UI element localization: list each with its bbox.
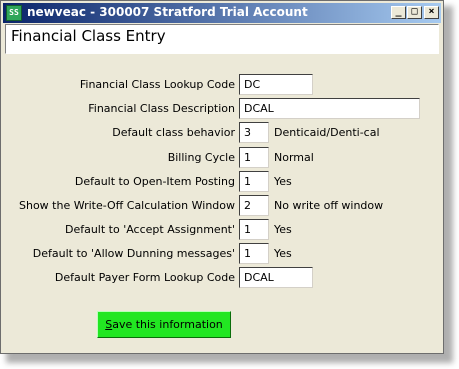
minimize-button[interactable]: _ bbox=[391, 6, 406, 19]
class-behavior-label: Default class behavior bbox=[112, 126, 235, 139]
row-dunning: Default to 'Allow Dunning messages' 1 Ye… bbox=[1, 243, 445, 265]
dunning-label: Default to 'Allow Dunning messages' bbox=[32, 247, 235, 260]
billing-cycle-input[interactable]: 1 bbox=[239, 147, 269, 168]
row-billing-cycle: Billing Cycle 1 Normal bbox=[1, 147, 445, 169]
row-payer-form: Default Payer Form Lookup Code DCAL bbox=[1, 267, 445, 289]
row-open-item: Default to Open-Item Posting 1 Yes bbox=[1, 171, 445, 193]
save-button-label: ave this information bbox=[112, 318, 223, 331]
row-class-behavior: Default class behavior 3 Denticaid/Denti… bbox=[1, 122, 445, 144]
open-item-input[interactable]: 1 bbox=[239, 171, 269, 192]
accept-assignment-desc: Yes bbox=[274, 223, 292, 236]
save-button[interactable]: Save this information bbox=[97, 311, 231, 338]
row-accept-assignment: Default to 'Accept Assignment' 1 Yes bbox=[1, 219, 445, 241]
accept-assignment-label: Default to 'Accept Assignment' bbox=[64, 223, 235, 236]
app-window: SS newveac - 300007 Stratford Trial Acco… bbox=[0, 0, 444, 354]
close-button[interactable]: × bbox=[424, 6, 439, 19]
write-off-desc: No write off window bbox=[274, 199, 384, 212]
dunning-desc: Yes bbox=[274, 247, 292, 260]
class-behavior-desc: Denticaid/Denti-cal bbox=[274, 126, 380, 139]
header-panel: Financial Class Entry bbox=[5, 24, 439, 54]
maximize-button[interactable]: □ bbox=[407, 6, 422, 19]
title-bar[interactable]: SS newveac - 300007 Stratford Trial Acco… bbox=[3, 3, 441, 23]
accept-assignment-input[interactable]: 1 bbox=[239, 219, 269, 240]
page-title: Financial Class Entry bbox=[11, 27, 166, 45]
window-title: newveac - 300007 Stratford Trial Account bbox=[27, 5, 308, 19]
class-behavior-input[interactable]: 3 bbox=[239, 122, 269, 143]
write-off-input[interactable]: 2 bbox=[239, 195, 269, 216]
open-item-desc: Yes bbox=[274, 175, 292, 188]
payer-form-input[interactable]: DCAL bbox=[239, 267, 313, 288]
row-lookup-code: Financial Class Lookup Code DC bbox=[1, 74, 445, 96]
dunning-input[interactable]: 1 bbox=[239, 243, 269, 264]
row-write-off: Show the Write-Off Calculation Window 2 … bbox=[1, 195, 445, 217]
description-label: Financial Class Description bbox=[88, 102, 235, 115]
billing-cycle-label: Billing Cycle bbox=[167, 151, 235, 164]
billing-cycle-desc: Normal bbox=[274, 151, 314, 164]
lookup-code-label: Financial Class Lookup Code bbox=[79, 78, 235, 91]
lookup-code-input[interactable]: DC bbox=[239, 74, 313, 95]
description-input[interactable]: DCAL bbox=[239, 98, 420, 119]
write-off-label: Show the Write-Off Calculation Window bbox=[18, 199, 235, 212]
app-icon: SS bbox=[6, 5, 22, 21]
row-description: Financial Class Description DCAL bbox=[1, 98, 445, 120]
payer-form-label: Default Payer Form Lookup Code bbox=[54, 271, 235, 284]
open-item-label: Default to Open-Item Posting bbox=[74, 175, 235, 188]
